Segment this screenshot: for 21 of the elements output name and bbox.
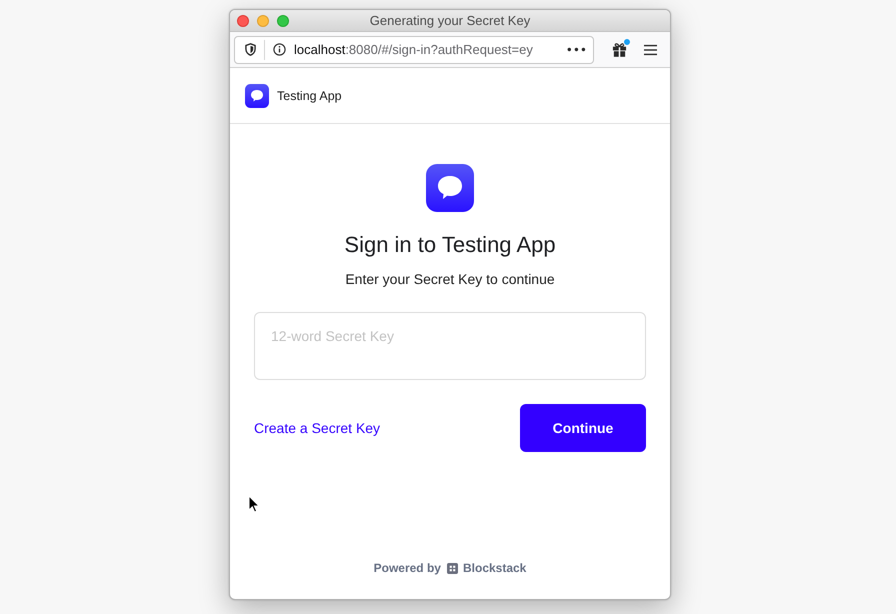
gift-icon[interactable]: [612, 42, 627, 57]
continue-button[interactable]: Continue: [520, 404, 646, 452]
page-actions-button[interactable]: •••: [566, 42, 587, 56]
window-title: Generating your Secret Key: [370, 13, 530, 28]
create-secret-key-link[interactable]: Create a Secret Key: [254, 420, 380, 436]
blockstack-logo-icon: [446, 562, 458, 574]
blockstack-brand[interactable]: Blockstack: [462, 561, 526, 575]
shield-icon[interactable]: [245, 43, 256, 56]
chat-bubble-icon: [426, 164, 474, 212]
info-icon[interactable]: [273, 43, 286, 56]
sign-in-subtitle: Enter your Secret Key to continue: [345, 270, 555, 289]
address-bar[interactable]: localhost:8080/#/sign-in?authRequest=ey •••: [234, 36, 594, 64]
app-name: Testing App: [277, 88, 342, 102]
mouse-pointer-icon: [248, 495, 260, 513]
chat-bubble-icon: [245, 84, 269, 108]
powered-by-text: Powered by: [374, 561, 441, 575]
secret-key-field[interactable]: 12-word Secret Key: [254, 312, 646, 380]
menu-icon[interactable]: [644, 44, 657, 56]
sign-in-title: Sign in to Testing App: [344, 231, 556, 259]
close-icon[interactable]: [237, 14, 249, 26]
url-text[interactable]: localhost:8080/#/sign-in?authRequest=ey: [294, 42, 562, 57]
